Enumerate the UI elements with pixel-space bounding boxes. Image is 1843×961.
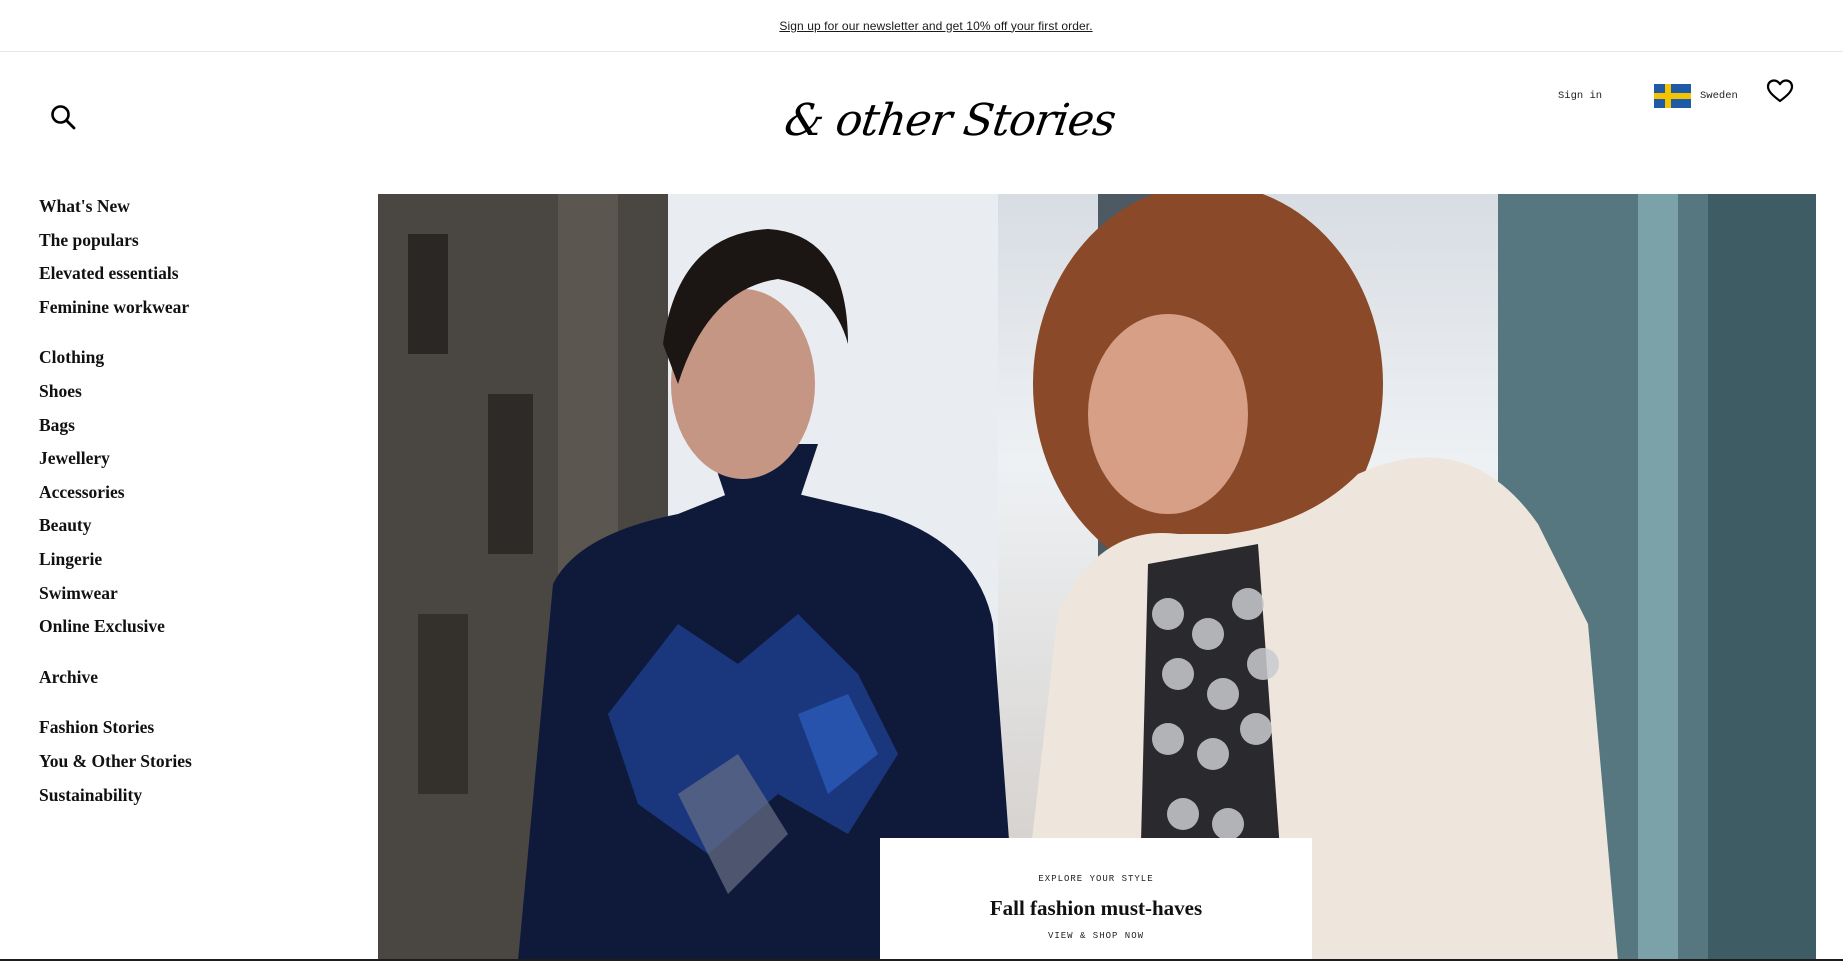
brand-logo[interactable]: & other Stories: [781, 92, 1118, 148]
search-button[interactable]: [48, 102, 78, 132]
promo-bar: Sign up for our newsletter and get 10% o…: [0, 0, 1843, 52]
nav-group-archive: Archive: [39, 665, 339, 699]
nav-item-sustainability[interactable]: Sustainability: [39, 783, 339, 817]
nav-item-archive[interactable]: Archive: [39, 665, 339, 699]
nav-item-bags[interactable]: Bags: [39, 413, 339, 447]
hero-promo-card[interactable]: EXPLORE YOUR STYLE Fall fashion must-hav…: [880, 838, 1312, 961]
hero-cta-link[interactable]: VIEW & SHOP NOW: [880, 931, 1312, 941]
nav-item-swimwear[interactable]: Swimwear: [39, 581, 339, 615]
newsletter-link[interactable]: Sign up for our newsletter and get 10% o…: [779, 19, 1092, 33]
nav-item-accessories[interactable]: Accessories: [39, 480, 339, 514]
nav-item-clothing[interactable]: Clothing: [39, 345, 339, 379]
nav-group-stories: Fashion Stories You & Other Stories Sust…: [39, 715, 339, 816]
nav-item-fashion-stories[interactable]: Fashion Stories: [39, 715, 339, 749]
nav-item-you-and-other-stories[interactable]: You & Other Stories: [39, 749, 339, 783]
category-nav: What's New The populars Elevated essenti…: [39, 194, 339, 833]
nav-group-featured: What's New The populars Elevated essenti…: [39, 194, 339, 328]
sign-in-link[interactable]: Sign in: [1558, 86, 1602, 106]
sign-in-label: Sign in: [1558, 90, 1603, 102]
nav-item-lingerie[interactable]: Lingerie: [39, 547, 339, 581]
country-selector[interactable]: Sweden: [1654, 84, 1738, 108]
country-label: Sweden: [1700, 90, 1738, 102]
wishlist-button[interactable]: [1766, 78, 1794, 104]
hero-eyebrow: EXPLORE YOUR STYLE: [1038, 874, 1154, 884]
nav-item-jewellery[interactable]: Jewellery: [39, 446, 339, 480]
hero-banner[interactable]: EXPLORE YOUR STYLE Fall fashion must-hav…: [378, 194, 1816, 961]
nav-item-the-populars[interactable]: The populars: [39, 228, 339, 262]
heart-icon: [1766, 79, 1794, 103]
nav-item-online-exclusive[interactable]: Online Exclusive: [39, 614, 339, 648]
logo-text: & other Stories: [781, 94, 1118, 146]
nav-item-shoes[interactable]: Shoes: [39, 379, 339, 413]
sweden-flag-icon: [1654, 84, 1691, 108]
nav-item-feminine-workwear[interactable]: Feminine workwear: [39, 295, 339, 329]
hero-title: Fall fashion must-haves: [989, 896, 1203, 920]
nav-group-categories: Clothing Shoes Bags Jewellery Accessorie…: [39, 345, 339, 647]
search-icon: [51, 105, 76, 130]
nav-item-whats-new[interactable]: What's New: [39, 194, 339, 228]
nav-item-beauty[interactable]: Beauty: [39, 513, 339, 547]
nav-item-elevated-essentials[interactable]: Elevated essentials: [39, 261, 339, 295]
